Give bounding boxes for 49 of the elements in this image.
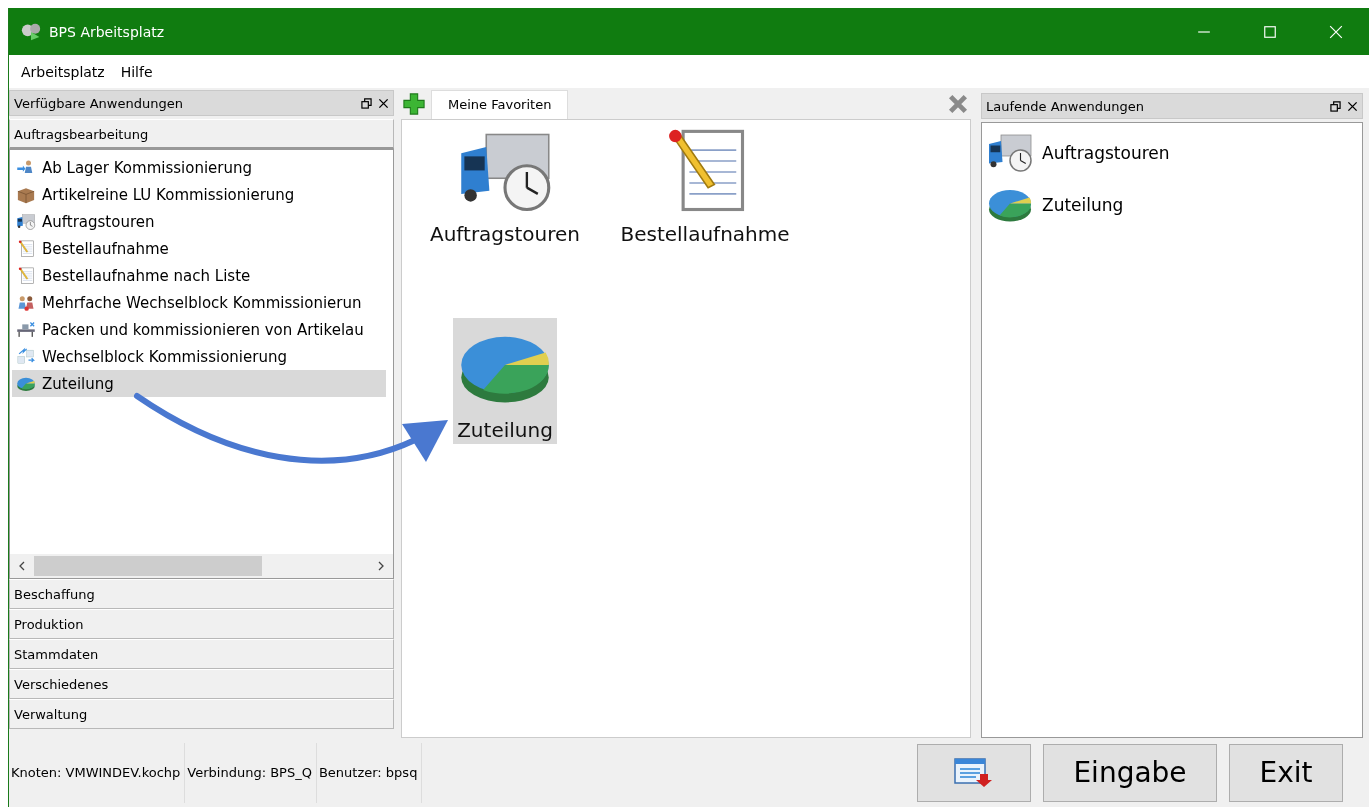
notepad-pencil-icon [16, 238, 36, 259]
favorite-label: Auftragstouren [430, 222, 580, 246]
restore-icon[interactable] [1330, 100, 1341, 112]
panel-title: Laufende Anwendungen [986, 98, 1145, 114]
status-field: Benutzer: bpsq [316, 742, 423, 803]
tab[interactable]: Meine Favoriten [431, 90, 569, 119]
running-app-item[interactable]: Zuteilung [986, 179, 1358, 231]
restore-icon[interactable] [361, 97, 372, 109]
app-list-item[interactable]: Bestellaufnahme [12, 235, 386, 262]
menu-item[interactable]: Arbeitsplatz [13, 63, 113, 80]
status-field: Verbindung: BPS_Q [185, 742, 317, 803]
truck-clock-icon [16, 211, 36, 232]
section-header[interactable]: Auftragsbearbeitung [9, 119, 394, 149]
window-down-arrow-icon [954, 757, 994, 788]
favorite-tile[interactable]: Auftragstouren [428, 122, 582, 248]
app-list-item[interactable]: Wechselblock Kommissionierung [12, 343, 386, 370]
favorite-tile[interactable]: Bestellaufnahme [618, 122, 792, 248]
add-plus-icon[interactable] [403, 93, 425, 115]
section-header[interactable]: Produktion [9, 609, 394, 639]
favorite-label: Bestellaufnahme [620, 222, 790, 246]
app-list-item[interactable]: Zuteilung [12, 370, 386, 397]
window-title: BPS Arbeitsplatz [49, 23, 165, 40]
app-list-item[interactable]: Auftragstouren [12, 208, 386, 235]
close-icon[interactable] [378, 97, 389, 109]
scrollbar-thumb[interactable] [34, 556, 262, 576]
section-header[interactable]: Beschaffung [9, 579, 394, 609]
app-list-item[interactable]: Mehrfache Wechselblock Kommissionierun [12, 289, 386, 316]
panel-title: Verfügbare Anwendungen [14, 95, 184, 111]
favorite-tile[interactable]: Zuteilung [453, 318, 557, 444]
section-header[interactable]: Stammdaten [9, 639, 394, 669]
close-icon[interactable] [1347, 100, 1358, 112]
export-button[interactable] [917, 743, 1031, 802]
gears-app-icon [21, 21, 41, 42]
favorite-label: Zuteilung [457, 418, 553, 442]
notepad-pencil-icon [16, 265, 36, 286]
section-header[interactable]: Verschiedenes [9, 669, 394, 699]
status-field: Knoten: VMWINDEV.kochp [9, 742, 186, 803]
app-list-item[interactable]: Artikelreine LU Kommissionierung [12, 181, 386, 208]
action-button[interactable]: Exit [1229, 743, 1343, 802]
cubes-arrows-icon [16, 346, 36, 367]
app-list-item[interactable]: Ab Lager Kommissionierung [12, 154, 386, 181]
running-app-item[interactable]: Auftragstouren [986, 127, 1358, 179]
close-tab-icon[interactable] [947, 93, 969, 115]
action-button[interactable]: Eingabe [1043, 743, 1217, 802]
conveyor-icon [16, 319, 36, 340]
section-header[interactable]: Verwaltung [9, 699, 394, 729]
menu-item[interactable]: Hilfe [112, 63, 161, 80]
app-list-item[interactable]: Bestellaufnahme nach Liste [12, 262, 386, 289]
app-list-item[interactable]: Packen und kommissionieren von Artikelau [12, 316, 386, 343]
